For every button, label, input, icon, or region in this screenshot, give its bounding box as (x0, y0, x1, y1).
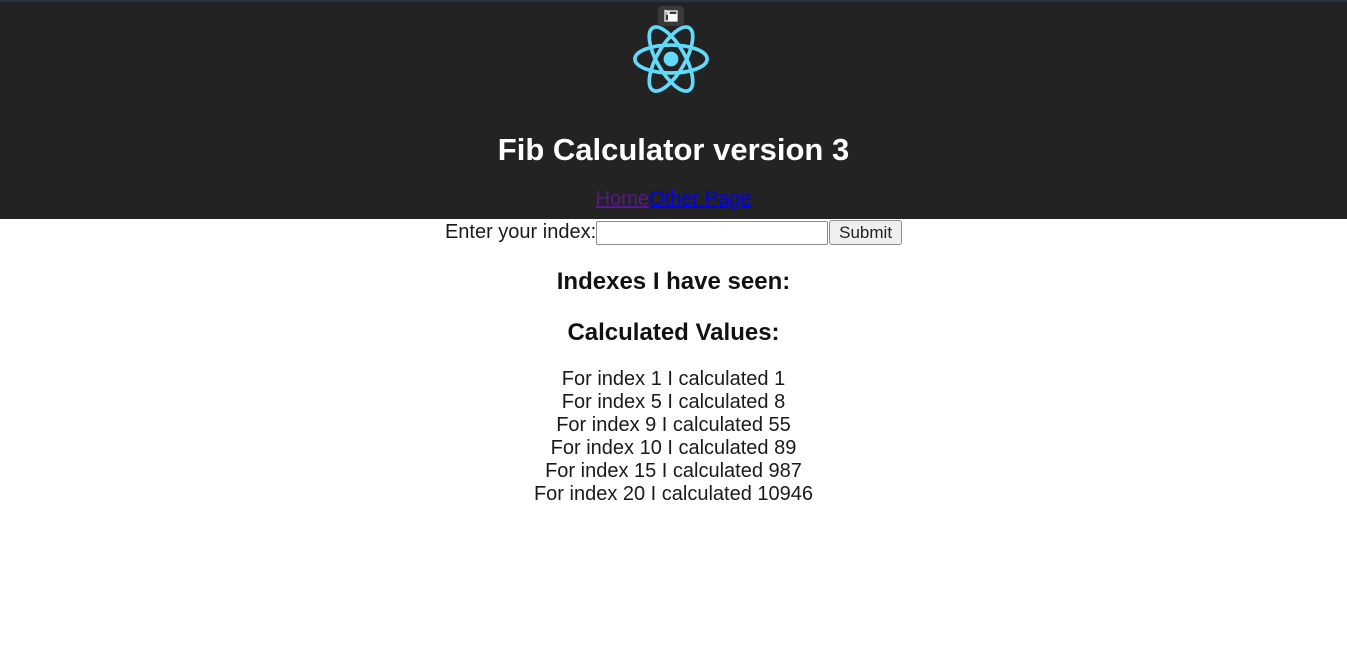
list-item: For index 15 I calculated 987 (545, 460, 802, 482)
list-item: For index 1 I calculated 1 (561, 368, 786, 390)
page-title: Fib Calculator version 3 (497, 132, 850, 167)
calculated-values-list: For index 1 I calculated 1 For index 5 I… (0, 368, 1347, 506)
calculated-values-heading: Calculated Values: (567, 319, 780, 346)
index-input[interactable] (596, 220, 829, 245)
app-header: Fib Calculator version 3 HomeOther Page (0, 0, 1347, 219)
list-item: For index 5 I calculated 8 (561, 391, 786, 413)
list-item: For index 10 I calculated 89 (550, 437, 797, 459)
submit-button[interactable]: Submit (829, 220, 903, 245)
indexes-heading: Indexes I have seen: (556, 268, 791, 295)
list-item: For index 9 I calculated 55 (556, 414, 791, 436)
nav-links: HomeOther Page (0, 186, 1347, 212)
nav-link-home[interactable]: Home (596, 188, 649, 210)
list-item: For index 20 I calculated 10946 (533, 483, 814, 505)
nav-link-other-page[interactable]: Other Page (649, 188, 751, 210)
index-form: Enter your index: Submit (0, 219, 1347, 246)
react-atom-logo (633, 25, 709, 93)
index-input-label: Enter your index: (444, 221, 597, 243)
